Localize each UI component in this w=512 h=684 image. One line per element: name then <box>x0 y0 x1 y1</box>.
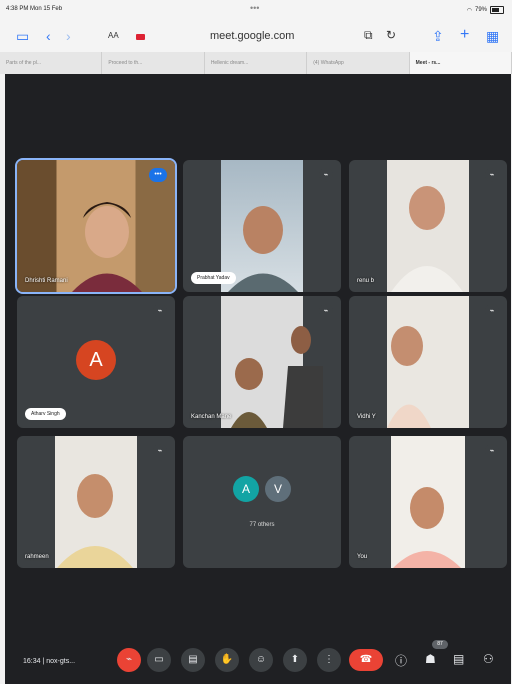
sidebar-icon[interactable]: ▭ <box>16 28 29 45</box>
browser-toolbar: ▭ ‹ › AA meet.google.com ⧉ ↻ ⇪ + ▦ <box>0 22 512 52</box>
mic-toggle-button[interactable]: ⌁ <box>117 648 141 672</box>
participant-name: Atharv Singh <box>25 408 66 420</box>
participant-tile[interactable]: ••• Dhrishti Ramani <box>15 158 177 294</box>
muted-mic-icon: ⌁ <box>319 168 333 182</box>
meet-stage: ••• Dhrishti Ramani ⌁ Prabhat Yadav ⌁ re… <box>5 74 511 684</box>
back-icon[interactable]: ‹ <box>46 28 51 44</box>
tab-bar: Parts of the pl... Proceed to th... Hell… <box>0 52 512 74</box>
people-count-badge: 87 <box>432 640 448 649</box>
tab-2[interactable]: Proceed to th... <box>102 52 205 74</box>
share-screen-icon[interactable]: ⧉ <box>364 28 373 43</box>
muted-mic-icon: ⌁ <box>153 304 167 318</box>
meeting-code: nox-gts... <box>46 658 76 665</box>
participant-video <box>391 186 463 292</box>
emoji-button[interactable]: ☺ <box>249 648 273 672</box>
participant-tile[interactable]: ⌁ renu b <box>349 160 507 292</box>
camera-icon <box>136 34 145 40</box>
more-dots-icon[interactable]: ••• <box>250 3 259 13</box>
participant-video <box>393 487 461 568</box>
tab-3[interactable]: Hellenic dream... <box>205 52 308 74</box>
tab-meet[interactable]: Meet - rs... <box>409 52 512 74</box>
raise-hand-button[interactable]: ✋ <box>215 648 239 672</box>
people-icon[interactable]: ☗ <box>425 652 436 666</box>
tab-overview-icon[interactable]: ▦ <box>486 28 499 45</box>
address-bar[interactable]: AA meet.google.com ⧉ ↻ <box>100 26 410 48</box>
control-bar: 16:34 | nox-gts... ⌁ ▭ ▤ ✋ ☺ ⬆ ⋮ ☎ ⓘ ☗ 8… <box>5 636 511 684</box>
avatar: A <box>233 476 259 502</box>
participant-name: You <box>357 554 368 560</box>
participant-name: Prabhat Yadav <box>191 272 236 284</box>
participant-tile[interactable]: ⌁ rahmeen <box>17 436 175 568</box>
camera-toggle-button[interactable]: ▭ <box>147 648 171 672</box>
reload-icon[interactable]: ↻ <box>386 28 396 42</box>
avatar: A <box>76 340 116 380</box>
battery-percent: 79% <box>474 7 487 13</box>
battery-icon <box>490 6 504 14</box>
participant-name: renu b <box>357 278 375 284</box>
participant-name: rahmeen <box>25 554 49 560</box>
participant-video <box>231 326 323 428</box>
muted-mic-icon: ⌁ <box>153 444 167 458</box>
muted-mic-icon: ⌁ <box>485 444 499 458</box>
speaking-indicator-icon: ••• <box>149 168 167 182</box>
others-count: 77 others <box>249 522 275 528</box>
avatar: V <box>265 476 291 502</box>
tab-1[interactable]: Parts of the pl... <box>0 52 103 74</box>
url-text: meet.google.com <box>210 30 295 42</box>
participant-tile[interactable]: ⌁ Prabhat Yadav <box>183 160 341 292</box>
chat-icon[interactable]: ▤ <box>453 652 464 666</box>
reader-button[interactable]: AA <box>108 31 119 40</box>
meeting-time: 16:34 <box>23 658 41 665</box>
participant-tile[interactable]: ⌁ Kanchan Mane <box>183 296 341 428</box>
participant-video <box>57 474 133 568</box>
info-icon[interactable]: ⓘ <box>395 652 407 669</box>
muted-mic-icon: ⌁ <box>319 304 333 318</box>
activities-icon[interactable]: ⚇ <box>483 652 494 666</box>
status-bar: 4:38 PM Mon 15 Feb ••• ◠ 79% <box>0 0 512 22</box>
tab-4[interactable]: (4) WhatsApp <box>307 52 410 74</box>
participant-video <box>387 326 431 428</box>
muted-mic-icon: ⌁ <box>485 168 499 182</box>
more-options-button[interactable]: ⋮ <box>317 648 341 672</box>
participant-tile[interactable]: A ⌁ Atharv Singh <box>17 296 175 428</box>
new-tab-icon[interactable]: + <box>460 26 469 44</box>
participant-tile[interactable]: ⌁ Vidhi Y <box>349 296 507 428</box>
end-call-button[interactable]: ☎ <box>349 649 383 671</box>
participant-name: Dhrishti Ramani <box>25 278 68 284</box>
participant-tile[interactable]: ⌁ You <box>349 436 507 568</box>
muted-mic-icon: ⌁ <box>485 304 499 318</box>
captions-button[interactable]: ▤ <box>181 648 205 672</box>
share-icon[interactable]: ⇪ <box>432 28 444 45</box>
participant-name: Kanchan Mane <box>191 414 232 420</box>
status-time: 4:38 PM Mon 15 Feb <box>6 6 63 12</box>
others-tile[interactable]: A V 77 others <box>183 436 341 568</box>
wifi-icon: ◠ <box>466 7 472 14</box>
present-button[interactable]: ⬆ <box>283 648 307 672</box>
participant-name: Vidhi Y <box>357 414 376 420</box>
forward-icon[interactable]: › <box>66 28 71 44</box>
